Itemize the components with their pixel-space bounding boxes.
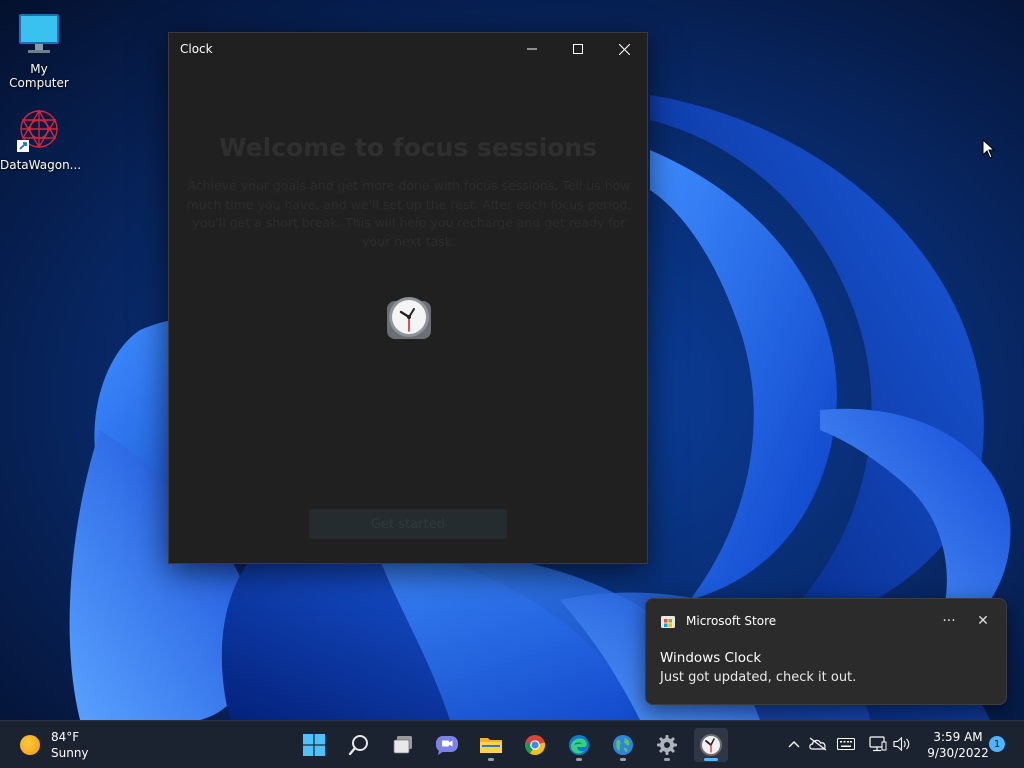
toast-title: Windows Clock	[660, 650, 762, 666]
toast-more-button[interactable]: ···	[936, 611, 962, 631]
taskbar-clock-button[interactable]	[694, 728, 728, 762]
monitor-icon	[15, 10, 63, 58]
taskbar-search-button[interactable]	[342, 728, 376, 762]
task-view-icon	[393, 736, 412, 754]
tray-network-button[interactable]	[867, 733, 889, 755]
tray-keyboard-button[interactable]	[835, 733, 857, 755]
weather-temperature: 84°F	[51, 730, 80, 744]
running-indicator	[576, 758, 582, 761]
close-button[interactable]	[601, 33, 647, 65]
tray-volume-button[interactable]	[891, 733, 913, 755]
taskbar-settings-button[interactable]	[650, 728, 684, 762]
tray-date: 9/30/2022	[927, 746, 989, 760]
desktop-icon-my-computer[interactable]: My Computer	[0, 10, 78, 90]
network-icon	[869, 736, 887, 752]
running-indicator	[620, 758, 626, 761]
running-indicator	[488, 758, 494, 761]
toast-close-button[interactable]: ✕	[970, 611, 996, 631]
desktop-icon-label: My Computer	[9, 62, 69, 90]
search-icon	[348, 735, 368, 756]
taskbar-task-view-button[interactable]	[386, 728, 420, 762]
taskbar: 84°F Sunny 3:59 AM 9/30/2022	[0, 720, 1024, 768]
taskbar-file-explorer-button[interactable]	[474, 728, 508, 762]
volume-icon	[893, 736, 910, 752]
gear-icon	[657, 735, 677, 755]
maximize-button[interactable]	[555, 33, 601, 65]
clock-icon	[700, 734, 722, 756]
globe-app-icon	[613, 735, 633, 755]
taskbar-teams-chat-button[interactable]	[430, 728, 464, 762]
tray-clock[interactable]: 3:59 AM 9/30/2022	[918, 729, 998, 761]
minimize-icon	[527, 48, 537, 50]
windows-start-icon	[303, 734, 325, 756]
get-started-button[interactable]: Get started	[309, 509, 507, 539]
taskbar-start-button[interactable]	[297, 728, 331, 762]
cloud-off-icon	[809, 737, 827, 751]
folder-icon	[480, 738, 502, 753]
teams-chat-icon	[436, 736, 458, 755]
toast-app-name: Microsoft Store	[686, 614, 777, 628]
weather-condition: Sunny	[51, 746, 89, 760]
notification-toast[interactable]: Microsoft Store ··· ✕ Windows Clock Just…	[645, 598, 1007, 705]
chevron-up-icon	[788, 741, 800, 748]
taskbar-chrome-button[interactable]	[518, 728, 552, 762]
desktop-icon-label: DataWagon...	[0, 158, 82, 172]
chrome-icon	[524, 735, 546, 756]
clock-app-window: Clock Welcome to focus sessions Achieve …	[168, 32, 648, 564]
close-icon	[618, 43, 630, 55]
sun-icon	[20, 735, 40, 755]
maximize-icon	[573, 44, 583, 54]
datawagon-shortcut-icon	[15, 106, 63, 154]
running-indicator-active	[704, 758, 718, 761]
focus-sessions-description: Achieve your goals and get more done wit…	[186, 178, 632, 249]
tray-onedrive-button[interactable]	[807, 733, 829, 755]
mouse-cursor-icon	[982, 139, 996, 159]
keyboard-icon	[837, 738, 855, 750]
minimize-button[interactable]	[509, 33, 555, 65]
focus-sessions-title: Welcome to focus sessions	[218, 133, 597, 162]
microsoft-store-icon	[661, 616, 675, 628]
tray-overflow-button[interactable]	[783, 733, 805, 755]
toast-header: Microsoft Store ··· ✕	[660, 611, 996, 631]
tray-time: 3:59 AM	[933, 730, 983, 744]
running-indicator	[664, 758, 670, 761]
taskbar-globe-app-button[interactable]	[606, 728, 640, 762]
weather-widget[interactable]: 84°F Sunny	[20, 729, 89, 761]
edge-icon	[569, 735, 589, 755]
clock-illustration-icon	[387, 297, 431, 339]
window-titlebar[interactable]: Clock	[169, 33, 647, 65]
notification-count-badge[interactable]: 1	[989, 736, 1005, 752]
desktop-icon-datawagon[interactable]: DataWagon...	[0, 106, 82, 172]
taskbar-edge-button[interactable]	[562, 728, 596, 762]
window-title: Clock	[180, 42, 213, 56]
toast-body: Just got updated, check it out.	[660, 670, 857, 685]
